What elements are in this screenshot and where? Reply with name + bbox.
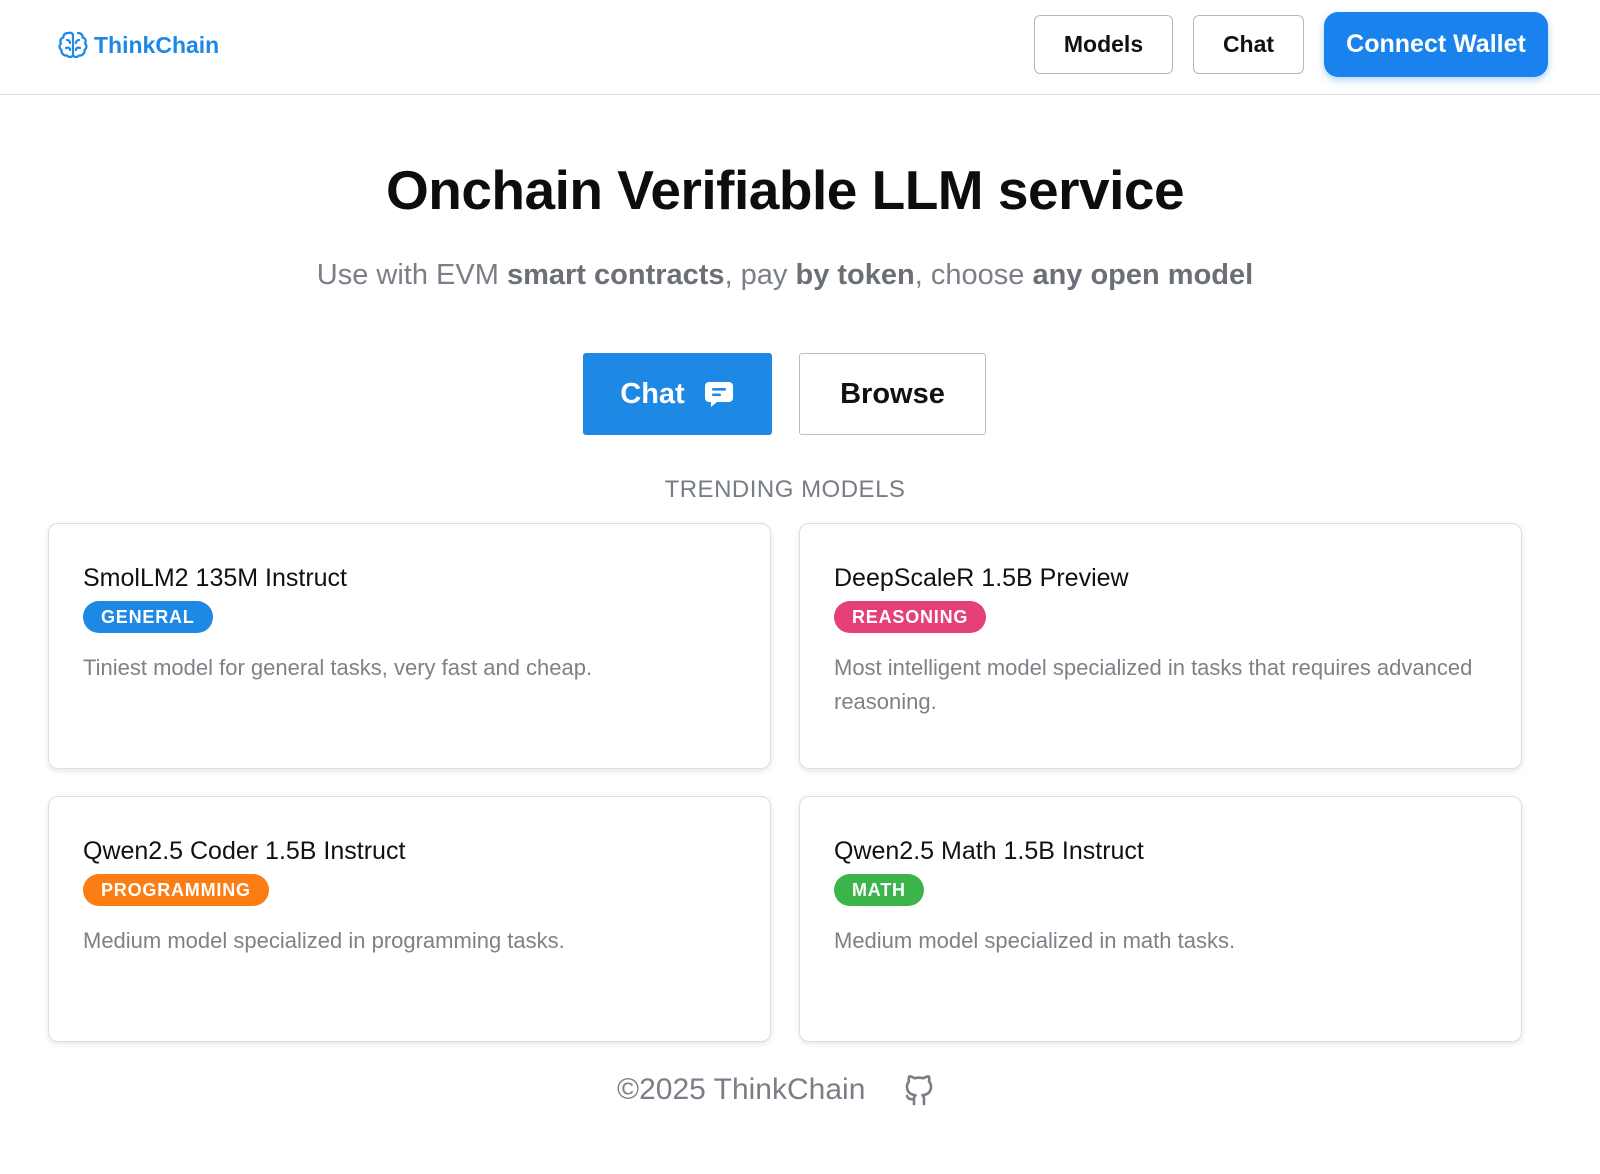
- model-card-smollm2[interactable]: SmolLM2 135M Instruct GENERAL Tiniest mo…: [48, 523, 771, 769]
- subtitle-bold-smart-contracts: smart contracts: [506, 259, 725, 291]
- footer-copyright: ©2025 ThinkChain: [617, 1073, 866, 1106]
- model-card-title: Qwen2.5 Math 1.5B Instruct: [834, 837, 1144, 865]
- hero-chat-button[interactable]: Chat: [583, 353, 772, 435]
- subtitle-bold-by-token: by token: [795, 259, 915, 291]
- brain-icon: [58, 31, 88, 59]
- nav-chat-button[interactable]: Chat: [1193, 15, 1304, 74]
- footer: ©2025 ThinkChain: [617, 1072, 937, 1108]
- model-card-title: DeepScaleR 1.5B Preview: [834, 564, 1129, 592]
- brand-logo[interactable]: ThinkChain: [56, 28, 219, 62]
- model-category-badge: PROGRAMMING: [83, 874, 269, 906]
- connect-wallet-button[interactable]: Connect Wallet: [1324, 12, 1548, 77]
- model-card-deepscaler[interactable]: DeepScaleR 1.5B Preview REASONING Most i…: [799, 523, 1522, 769]
- top-nav-bar: ThinkChain Models Chat Connect Wallet: [0, 0, 1600, 95]
- subtitle-bold-any-open-model: any open model: [1032, 259, 1254, 291]
- subtitle-text-3: , choose: [914, 259, 1033, 291]
- trending-models-heading: TRENDING MODELS: [664, 476, 906, 503]
- hero-chat-label: Chat: [620, 377, 685, 410]
- subtitle-text-1: Use with EVM: [316, 259, 507, 291]
- hero-title: Onchain Verifiable LLM service: [385, 159, 1185, 221]
- model-card-description: Medium model specialized in programming …: [83, 928, 565, 953]
- hero-subtitle: Use with EVM smart contracts, pay by tok…: [0, 259, 1570, 292]
- model-card-description: Tiniest model for general tasks, very fa…: [83, 655, 593, 680]
- brand-name: ThinkChain: [94, 31, 220, 58]
- model-category-badge: REASONING: [834, 601, 987, 633]
- model-card-description: Most intelligent model specialized in ta…: [834, 655, 1473, 714]
- model-category-badge: MATH: [834, 874, 924, 906]
- nav-models-button[interactable]: Models: [1034, 15, 1173, 74]
- github-icon[interactable]: [901, 1072, 937, 1108]
- model-card-title: SmolLM2 135M Instruct: [83, 564, 347, 592]
- subtitle-text-2: , pay: [724, 259, 796, 291]
- model-category-badge: GENERAL: [83, 601, 213, 633]
- model-card-description: Medium model specialized in math tasks.: [834, 928, 1236, 953]
- model-card-qwen-coder[interactable]: Qwen2.5 Coder 1.5B Instruct PROGRAMMING …: [48, 796, 771, 1042]
- model-card-qwen-math[interactable]: Qwen2.5 Math 1.5B Instruct MATH Medium m…: [799, 796, 1522, 1042]
- chat-bubble-icon: [704, 382, 733, 407]
- model-card-title: Qwen2.5 Coder 1.5B Instruct: [83, 837, 406, 865]
- hero-browse-button[interactable]: Browse: [799, 353, 986, 435]
